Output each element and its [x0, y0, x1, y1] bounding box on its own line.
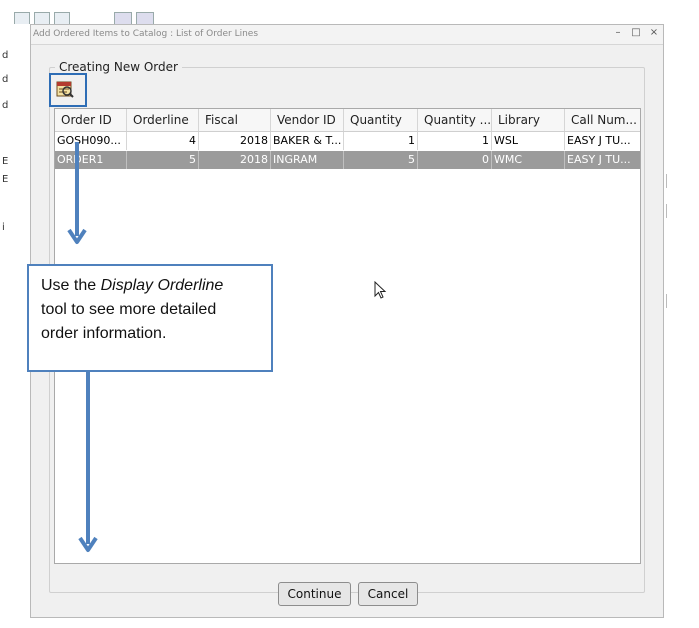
- column-header-call-number[interactable]: Call Num...: [565, 109, 640, 131]
- left-edge-glyph: E: [2, 174, 9, 185]
- cancel-button[interactable]: Cancel: [358, 582, 418, 606]
- cell-orderline: 5: [127, 151, 199, 169]
- column-header-orderline[interactable]: Orderline: [127, 109, 199, 131]
- column-header-fiscal[interactable]: Fiscal: [199, 109, 271, 131]
- column-header-order-id[interactable]: Order ID: [55, 109, 127, 131]
- table-row[interactable]: GOSH090... 4 2018 BAKER & T... 1 1 WSL E…: [55, 132, 640, 150]
- column-header-library[interactable]: Library: [492, 109, 565, 131]
- callout-box: Use the Display Orderline tool to see mo…: [27, 264, 273, 372]
- cell-quantity-received: 1: [418, 132, 492, 150]
- column-header-vendor-id[interactable]: Vendor ID: [271, 109, 344, 131]
- cell-order-id: GOSH090...: [55, 132, 127, 150]
- left-edge-glyph: i: [2, 222, 5, 233]
- left-edge-glyph: d: [2, 50, 9, 61]
- parent-left-edge: d d d E E i: [0, 24, 30, 628]
- close-button[interactable]: ×: [647, 27, 661, 38]
- mouse-cursor-icon: [374, 281, 387, 299]
- group-legend: Creating New Order: [55, 60, 182, 74]
- callout-text-italic: Display Orderline: [100, 277, 224, 294]
- cell-vendor-id: INGRAM: [271, 151, 344, 169]
- dialog-titlebar: Add Ordered Items to Catalog : List of O…: [31, 25, 663, 45]
- column-header-quantity[interactable]: Quantity: [344, 109, 418, 131]
- minimize-button[interactable]: –: [611, 27, 625, 38]
- left-edge-glyph: d: [2, 74, 9, 85]
- cell-library: WSL: [492, 132, 565, 150]
- cell-library: WMC: [492, 151, 565, 169]
- callout-line-2: tool to see more detailed: [41, 301, 217, 318]
- left-edge-glyph: E: [2, 156, 9, 167]
- continue-button[interactable]: Continue: [278, 582, 351, 606]
- table-row-selected[interactable]: ORDER1 5 2018 INGRAM 5 0 WMC EASY J TU..…: [55, 151, 640, 169]
- left-edge-glyph: d: [2, 100, 9, 111]
- column-header-quantity-received[interactable]: Quantity ...: [418, 109, 492, 131]
- callout-line-3: order information.: [41, 325, 167, 342]
- cell-quantity-received: 0: [418, 151, 492, 169]
- cell-fiscal: 2018: [199, 132, 271, 150]
- cell-call-number: EASY J TU...: [565, 151, 640, 169]
- cell-vendor-id: BAKER & T...: [271, 132, 344, 150]
- cell-order-id: ORDER1: [55, 151, 127, 169]
- tool-highlight-box: [49, 73, 87, 107]
- parent-right-edge: [664, 24, 699, 628]
- table-header: Order ID Orderline Fiscal Vendor ID Quan…: [55, 109, 640, 132]
- cell-orderline: 4: [127, 132, 199, 150]
- cell-call-number: EASY J TU...: [565, 132, 640, 150]
- cell-quantity: 5: [344, 151, 418, 169]
- callout-line-1: Use the Display Orderline: [41, 274, 259, 298]
- cell-fiscal: 2018: [199, 151, 271, 169]
- dialog-title: Add Ordered Items to Catalog : List of O…: [33, 29, 259, 39]
- callout-text-prefix: Use the: [41, 277, 101, 294]
- maximize-button[interactable]: □: [629, 27, 643, 38]
- cell-quantity: 1: [344, 132, 418, 150]
